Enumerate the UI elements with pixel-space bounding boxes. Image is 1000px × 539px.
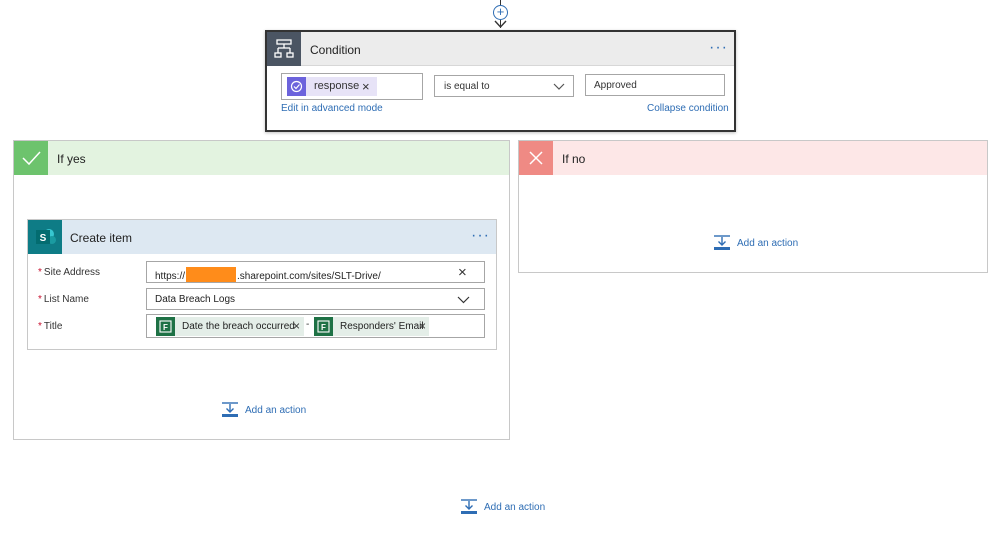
add-action-yes-button[interactable]: Add an action — [221, 402, 306, 418]
add-action-yes-label: Add an action — [245, 404, 307, 416]
if-no-header[interactable]: If no — [519, 141, 987, 175]
add-action-bottom-label: Add an action — [484, 501, 546, 513]
condition-left-operand[interactable]: response × — [281, 73, 423, 100]
insert-step-plus-icon[interactable]: + — [493, 5, 508, 20]
forms-icon: F — [156, 317, 175, 336]
site-address-value: https://.sharepoint.com/sites/SLT-Drive/ — [155, 267, 381, 282]
if-no-title: If no — [562, 152, 586, 166]
forms-icon: F — [314, 317, 333, 336]
sharepoint-icon: S — [28, 220, 62, 254]
collapse-condition-link[interactable]: Collapse condition — [647, 103, 729, 114]
if-yes-header[interactable]: If yes — [14, 141, 509, 175]
if-no-branch: If no — [518, 140, 988, 273]
date-breach-token[interactable]: F Date the breach occurred × — [156, 317, 304, 336]
redaction-block — [186, 267, 237, 282]
clear-icon[interactable]: × — [458, 264, 467, 281]
svg-text:F: F — [163, 323, 168, 332]
site-address-field[interactable]: https://.sharepoint.com/sites/SLT-Drive/… — [146, 261, 485, 283]
condition-value-text: Approved — [594, 80, 637, 91]
condition-header[interactable]: Condition ··· — [267, 32, 734, 66]
create-item-card: S Create item ··· * Site Address https://… — [27, 219, 497, 350]
close-icon — [519, 141, 553, 175]
remove-token-icon[interactable]: × — [419, 319, 426, 333]
create-item-header[interactable]: S Create item ··· — [28, 220, 496, 254]
check-icon — [14, 141, 48, 175]
title-field[interactable]: F Date the breach occurred × - F Respond… — [146, 314, 485, 338]
approval-icon — [287, 77, 306, 96]
condition-card: Condition ··· response × is equal to App… — [265, 30, 736, 132]
svg-text:S: S — [40, 233, 47, 244]
operator-select[interactable]: is equal to — [434, 75, 574, 97]
date-breach-token-label: Date the breach occurred — [182, 321, 295, 332]
down-arrow-icon — [494, 20, 507, 29]
edit-advanced-mode-link[interactable]: Edit in advanced mode — [281, 103, 383, 114]
create-item-title: Create item — [70, 231, 133, 245]
token-separator: - — [306, 319, 310, 330]
site-address-label: * Site Address — [38, 267, 101, 278]
responders-email-token-label: Responders' Email — [340, 321, 424, 332]
condition-value-input[interactable]: Approved — [585, 74, 725, 96]
remove-token-icon[interactable]: × — [362, 79, 370, 94]
add-action-icon — [714, 235, 730, 250]
create-item-more-menu-icon[interactable]: ··· — [471, 228, 490, 244]
add-action-bottom-button[interactable]: Add an action — [460, 499, 545, 515]
condition-more-menu-icon[interactable]: ··· — [709, 40, 728, 56]
remove-token-icon[interactable]: × — [293, 319, 300, 333]
add-action-no-button[interactable]: Add an action — [713, 235, 798, 251]
condition-icon — [267, 32, 301, 66]
response-token-label: response — [314, 80, 360, 92]
if-yes-title: If yes — [57, 152, 86, 166]
list-name-label: * List Name — [38, 294, 89, 305]
svg-text:F: F — [321, 323, 326, 332]
list-name-value: Data Breach Logs — [155, 294, 236, 305]
add-action-icon — [222, 402, 238, 417]
chevron-down-icon — [553, 83, 565, 90]
operator-value: is equal to — [444, 81, 490, 92]
response-token[interactable]: response × — [287, 77, 377, 96]
chevron-down-icon — [457, 296, 470, 304]
responders-email-token[interactable]: F Responders' Email × — [314, 317, 429, 336]
add-action-icon — [461, 499, 477, 514]
list-name-dropdown[interactable]: Data Breach Logs — [146, 288, 485, 310]
condition-title: Condition — [310, 43, 361, 57]
add-action-no-label: Add an action — [737, 237, 799, 249]
title-label: * Title — [38, 321, 63, 332]
